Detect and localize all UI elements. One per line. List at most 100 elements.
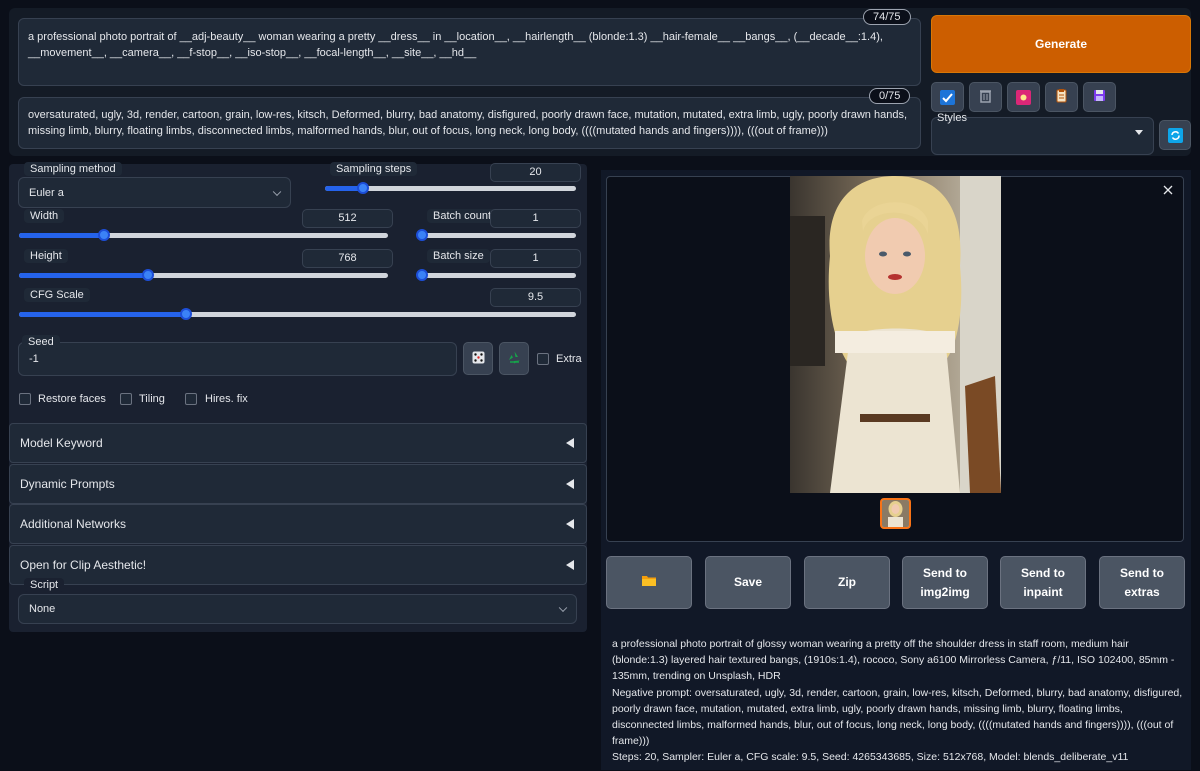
random-seed-button[interactable]: [463, 342, 493, 375]
accordion-model-keyword[interactable]: Model Keyword: [9, 423, 587, 463]
open-folder-button[interactable]: [606, 556, 692, 609]
positive-token-counter: 74/75: [863, 9, 911, 25]
accordion-label: Model Keyword: [20, 436, 103, 450]
seed-input[interactable]: -1: [18, 342, 457, 376]
hires-fix-checkbox[interactable]: [185, 393, 197, 405]
width-input[interactable]: 512: [302, 209, 393, 228]
generation-info: a professional photo portrait of glossy …: [612, 636, 1187, 766]
seed-value: -1: [29, 353, 39, 365]
paste-params-button[interactable]: [1045, 82, 1078, 112]
picture-icon: [1016, 89, 1031, 105]
send-to-img2img-button[interactable]: Send to img2img: [902, 556, 988, 609]
button-label: inpaint: [1023, 584, 1063, 599]
extra-seed-label: Extra: [556, 353, 582, 365]
clipboard-icon: [1054, 88, 1069, 106]
reuse-seed-button[interactable]: [499, 342, 529, 375]
restore-faces-label: Restore faces: [38, 393, 106, 405]
triangle-left-icon: [566, 519, 574, 529]
cfg-scale-input[interactable]: 9.5: [490, 288, 581, 307]
cfg-scale-slider[interactable]: [19, 308, 576, 320]
button-label: Send to: [923, 565, 967, 580]
accordion-label: Open for Clip Aesthetic!: [20, 558, 147, 572]
accordion-additional-networks[interactable]: Additional Networks: [9, 504, 587, 544]
batch-count-slider[interactable]: [416, 229, 576, 241]
clear-prompt-button[interactable]: [969, 82, 1002, 112]
tiling-label: Tiling: [139, 393, 165, 405]
folder-icon: [642, 573, 656, 592]
slider-handle[interactable]: [416, 269, 428, 281]
width-label: Width: [24, 209, 65, 223]
close-icon[interactable]: [1162, 184, 1174, 196]
caret-down-icon: [1135, 130, 1143, 135]
send-to-extras-button[interactable]: Send to extras: [1099, 556, 1185, 609]
height-label: Height: [24, 249, 68, 263]
accordion-dynamic-prompts[interactable]: Dynamic Prompts: [9, 464, 587, 504]
chevron-down-icon: [558, 603, 568, 613]
sampling-method-dropdown[interactable]: Euler a: [18, 177, 291, 208]
script-dropdown[interactable]: None: [18, 594, 577, 624]
accordion-label: Additional Networks: [20, 517, 127, 531]
positive-prompt-text: a professional photo portrait of __adj-b…: [28, 31, 883, 59]
save-style-button[interactable]: [1083, 82, 1116, 112]
batch-size-input[interactable]: 1: [490, 249, 581, 268]
sampling-steps-input[interactable]: 20: [490, 163, 581, 182]
sampling-steps-label: Sampling steps: [330, 162, 418, 176]
height-input[interactable]: 768: [302, 249, 393, 268]
button-label: Send to: [1120, 565, 1164, 580]
extra-seed-checkbox[interactable]: [537, 353, 549, 365]
sampling-method-label: Sampling method: [24, 162, 122, 176]
button-label: img2img: [920, 584, 970, 599]
check-arrow-icon: [940, 89, 955, 105]
slider-handle[interactable]: [97, 229, 110, 241]
accordion-label: Dynamic Prompts: [20, 477, 115, 491]
sampling-method-value: Euler a: [29, 186, 64, 199]
slider-handle[interactable]: [416, 229, 428, 241]
gallery-thumbnail[interactable]: [880, 498, 911, 529]
extra-networks-button[interactable]: [1007, 82, 1040, 112]
refresh-styles-button[interactable]: [1159, 120, 1191, 150]
send-to-inpaint-button[interactable]: Send to inpaint: [1000, 556, 1086, 609]
batch-count-input[interactable]: 1: [490, 209, 581, 228]
recycle-icon: [507, 350, 522, 368]
batch-size-label: Batch size: [427, 249, 490, 263]
info-negative-prompt: Negative prompt: oversaturated, ugly, 3d…: [612, 686, 1183, 748]
triangle-left-icon: [566, 438, 574, 448]
slider-handle[interactable]: [356, 182, 369, 194]
cfg-scale-label: CFG Scale: [24, 288, 90, 302]
generate-button[interactable]: Generate: [931, 15, 1191, 73]
seed-label: Seed: [22, 335, 60, 349]
info-params: Steps: 20, Sampler: Euler a, CFG scale: …: [612, 751, 1129, 764]
dice-icon: [471, 350, 486, 368]
triangle-left-icon: [566, 560, 574, 570]
restore-faces-checkbox[interactable]: [19, 393, 31, 405]
positive-prompt-input[interactable]: a professional photo portrait of __adj-b…: [18, 18, 921, 86]
triangle-left-icon: [566, 479, 574, 489]
slider-handle[interactable]: [180, 308, 193, 320]
zip-button[interactable]: Zip: [804, 556, 890, 609]
refresh-icon: [1167, 127, 1183, 143]
floppy-icon: [1092, 88, 1107, 106]
script-label: Script: [24, 578, 65, 592]
styles-label: Styles: [937, 112, 967, 124]
button-label: extras: [1124, 584, 1160, 599]
width-slider[interactable]: [19, 229, 388, 241]
button-label: Send to: [1021, 565, 1065, 580]
sampling-steps-slider[interactable]: [325, 182, 576, 194]
generated-image[interactable]: [790, 176, 1001, 493]
info-prompt: a professional photo portrait of glossy …: [612, 638, 1175, 683]
batch-size-slider[interactable]: [416, 269, 576, 281]
portrait-image: [790, 176, 1001, 493]
accordion-clip-aesthetic[interactable]: Open for Clip Aesthetic!: [9, 545, 587, 585]
chevron-down-icon: [272, 187, 282, 196]
negative-prompt-text: oversaturated, ugly, 3d, render, cartoon…: [28, 109, 908, 137]
negative-prompt-input[interactable]: oversaturated, ugly, 3d, render, cartoon…: [18, 97, 921, 149]
batch-count-label: Batch count: [427, 209, 498, 223]
hires-fix-label: Hires. fix: [205, 393, 248, 405]
thumbnail-image: [882, 500, 909, 527]
height-slider[interactable]: [19, 269, 388, 281]
trash-icon: [978, 88, 993, 106]
script-value: None: [29, 603, 56, 615]
apply-styles-button[interactable]: [931, 82, 964, 112]
tiling-checkbox[interactable]: [120, 393, 132, 405]
save-button[interactable]: Save: [705, 556, 791, 609]
